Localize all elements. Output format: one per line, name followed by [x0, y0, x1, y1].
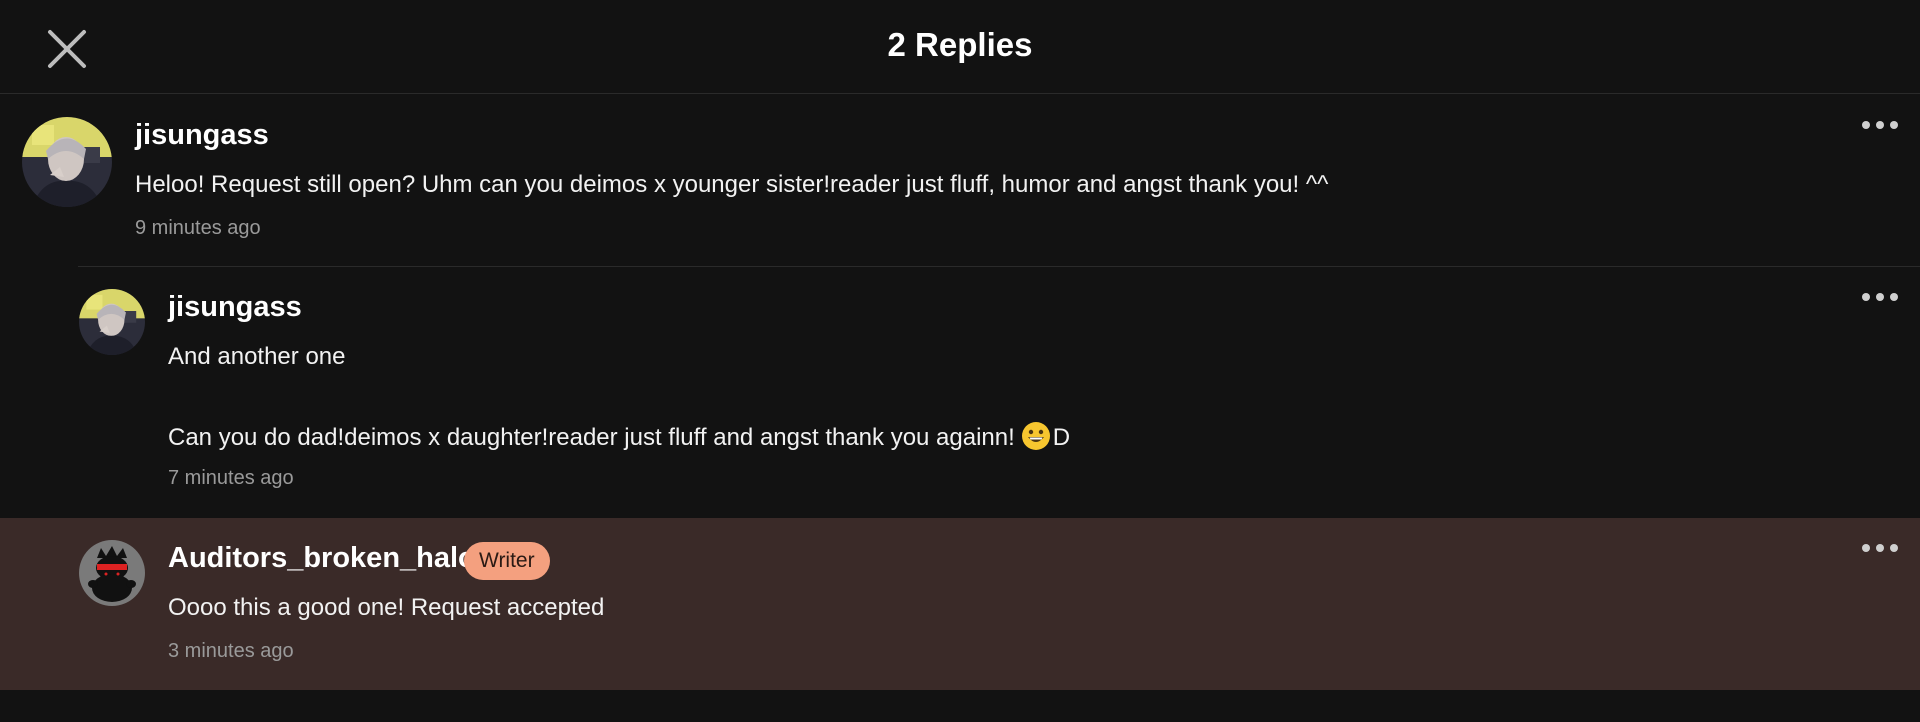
comment-text-line: Can you do dad!deimos x daughter!reader …	[168, 421, 1070, 452]
comment-parent: jisungass Heloo! Request still open? Uhm…	[0, 95, 1920, 267]
writer-badge: Writer	[464, 542, 550, 580]
comment-text: Heloo! Request still open? Uhm can you d…	[135, 171, 1329, 198]
more-options-icon	[1862, 121, 1898, 129]
user-avatar-photo-icon	[22, 117, 112, 207]
comment-username[interactable]: jisungass	[168, 291, 302, 324]
comment-text-line: And another one	[168, 343, 346, 370]
more-options-icon	[1862, 544, 1898, 552]
more-options-icon	[1862, 293, 1898, 301]
comment-text: Oooo this a good one! Request accepted	[168, 594, 605, 621]
comment-text-segment: Can you do dad!deimos x daughter!reader …	[168, 424, 1015, 451]
comment-timestamp: 9 minutes ago	[135, 217, 261, 239]
page-title: 2 Replies	[887, 26, 1033, 63]
comment-timestamp: 7 minutes ago	[168, 467, 294, 489]
writer-avatar-image-icon	[79, 540, 145, 606]
comment-username[interactable]: jisungass	[135, 119, 269, 152]
grinning-face-icon	[1021, 421, 1051, 451]
comment-reply-highlighted: Auditors_broken_halo Writer Oooo this a …	[0, 518, 1920, 690]
more-options-button[interactable]	[1860, 115, 1900, 135]
comment-reply: jisungass And another one Can you do dad…	[0, 267, 1920, 518]
header-bar: 2 Replies	[0, 0, 1920, 94]
more-options-button[interactable]	[1860, 538, 1900, 558]
comment-text-segment: D	[1052, 424, 1071, 451]
avatar[interactable]	[79, 540, 145, 606]
user-avatar-photo-icon	[79, 289, 145, 355]
comment-username[interactable]: Auditors_broken_halo	[168, 542, 476, 575]
more-options-button[interactable]	[1860, 287, 1900, 307]
avatar[interactable]	[79, 289, 145, 355]
avatar[interactable]	[22, 117, 112, 207]
comment-timestamp: 3 minutes ago	[168, 640, 294, 662]
